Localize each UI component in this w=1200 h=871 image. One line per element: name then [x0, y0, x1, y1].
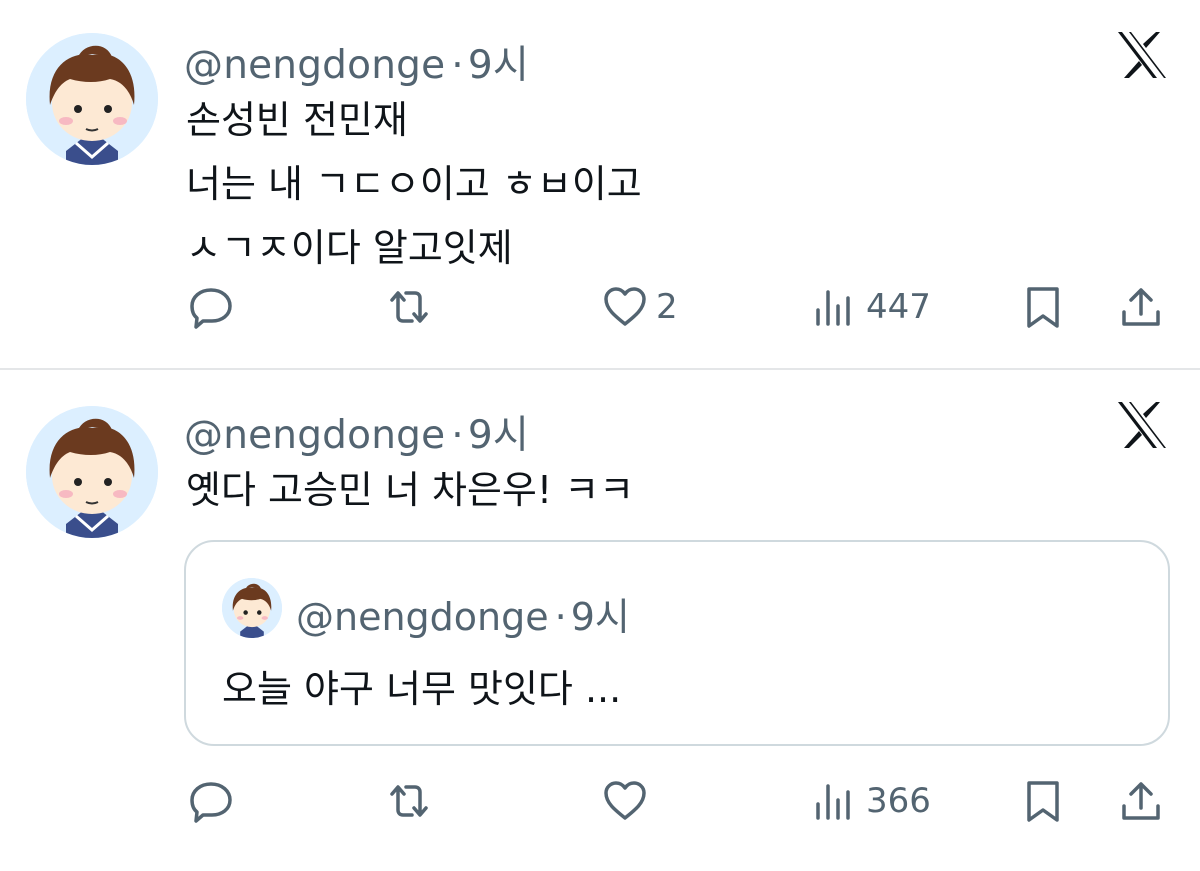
reply-icon: [190, 288, 232, 329]
bookmark-button[interactable]: [1020, 284, 1066, 330]
views-button[interactable]: 447: [812, 284, 931, 330]
tweet-text: 옛다 고승민 너 차은우! ㅋㅋ: [186, 458, 634, 522]
avatar[interactable]: [26, 33, 158, 165]
share-icon: [1122, 288, 1160, 326]
bookmark-icon: [1027, 781, 1059, 822]
reply-icon: [190, 782, 232, 823]
heart-icon: [604, 781, 646, 820]
avatar[interactable]: [26, 406, 158, 538]
share-button[interactable]: [1118, 778, 1164, 824]
share-icon: [1122, 782, 1160, 820]
separator-dot: ·: [554, 595, 567, 639]
retweet-icon: [390, 785, 428, 817]
x-logo-icon: [1116, 400, 1168, 450]
retweet-icon: [390, 291, 428, 323]
timestamp[interactable]: 9시: [468, 413, 529, 458]
like-button[interactable]: 2: [602, 284, 678, 330]
quoted-handle[interactable]: @nengdonge: [296, 595, 549, 639]
views-button[interactable]: 366: [812, 778, 931, 824]
like-button[interactable]: [602, 778, 656, 824]
tweet[interactable]: @nengdonge · 9시 손성빈 전민재 너는 내 ㄱㄷㅇ이고 ㅎㅂ이고 ㅅㄱ…: [0, 0, 1200, 370]
reply-button[interactable]: [188, 778, 234, 824]
separator-dot: ·: [451, 413, 464, 458]
action-bar: 2 447: [0, 276, 1200, 336]
avatar-illustration: [222, 578, 282, 638]
bookmark-button[interactable]: [1020, 778, 1066, 824]
avatar-illustration: [26, 33, 158, 165]
avatar-illustration: [26, 406, 158, 538]
tweet[interactable]: @nengdonge · 9시 옛다 고승민 너 차은우! ㅋㅋ @nengdo…: [0, 370, 1200, 871]
reply-button[interactable]: [188, 284, 234, 330]
quoted-avatar[interactable]: [222, 578, 282, 638]
separator-dot: ·: [451, 43, 464, 88]
quoted-text: 오늘 야구 너무 맛잇다 ...: [222, 667, 622, 711]
like-count: 2: [656, 287, 678, 327]
timestamp[interactable]: 9시: [468, 43, 529, 88]
action-bar: 366: [0, 770, 1200, 830]
quoted-tweet[interactable]: @nengdonge · 9시 오늘 야구 너무 맛잇다 ...: [184, 540, 1170, 746]
quoted-header: @nengdonge · 9시: [296, 586, 630, 641]
share-button[interactable]: [1118, 284, 1164, 330]
view-count: 366: [866, 781, 931, 821]
author-handle[interactable]: @nengdonge: [184, 413, 445, 458]
tweet-text-line: 손성빈 전민재: [186, 98, 408, 142]
views-icon: [816, 784, 850, 820]
bookmark-icon: [1027, 287, 1059, 328]
retweet-button[interactable]: [386, 284, 432, 330]
quoted-timestamp[interactable]: 9시: [571, 595, 630, 639]
tweet-text-line: 너는 내 ㄱㄷㅇ이고 ㅎㅂ이고: [186, 162, 642, 206]
view-count: 447: [866, 287, 931, 327]
tweet-text-line: 옛다 고승민 너 차은우! ㅋㅋ: [186, 468, 635, 512]
x-logo-icon: [1116, 30, 1168, 80]
heart-icon: [604, 287, 646, 326]
tweet-text: 손성빈 전민재 너는 내 ㄱㄷㅇ이고 ㅎㅂ이고 ㅅㄱㅈ이다 알고잇제: [186, 88, 642, 280]
tweet-header: @nengdonge · 9시: [184, 404, 529, 460]
views-icon: [816, 290, 850, 326]
tweet-header: @nengdonge · 9시: [184, 34, 529, 90]
author-handle[interactable]: @nengdonge: [184, 43, 445, 88]
retweet-button[interactable]: [386, 778, 432, 824]
tweet-text-line: ㅅㄱㅈ이다 알고잇제: [186, 226, 513, 270]
